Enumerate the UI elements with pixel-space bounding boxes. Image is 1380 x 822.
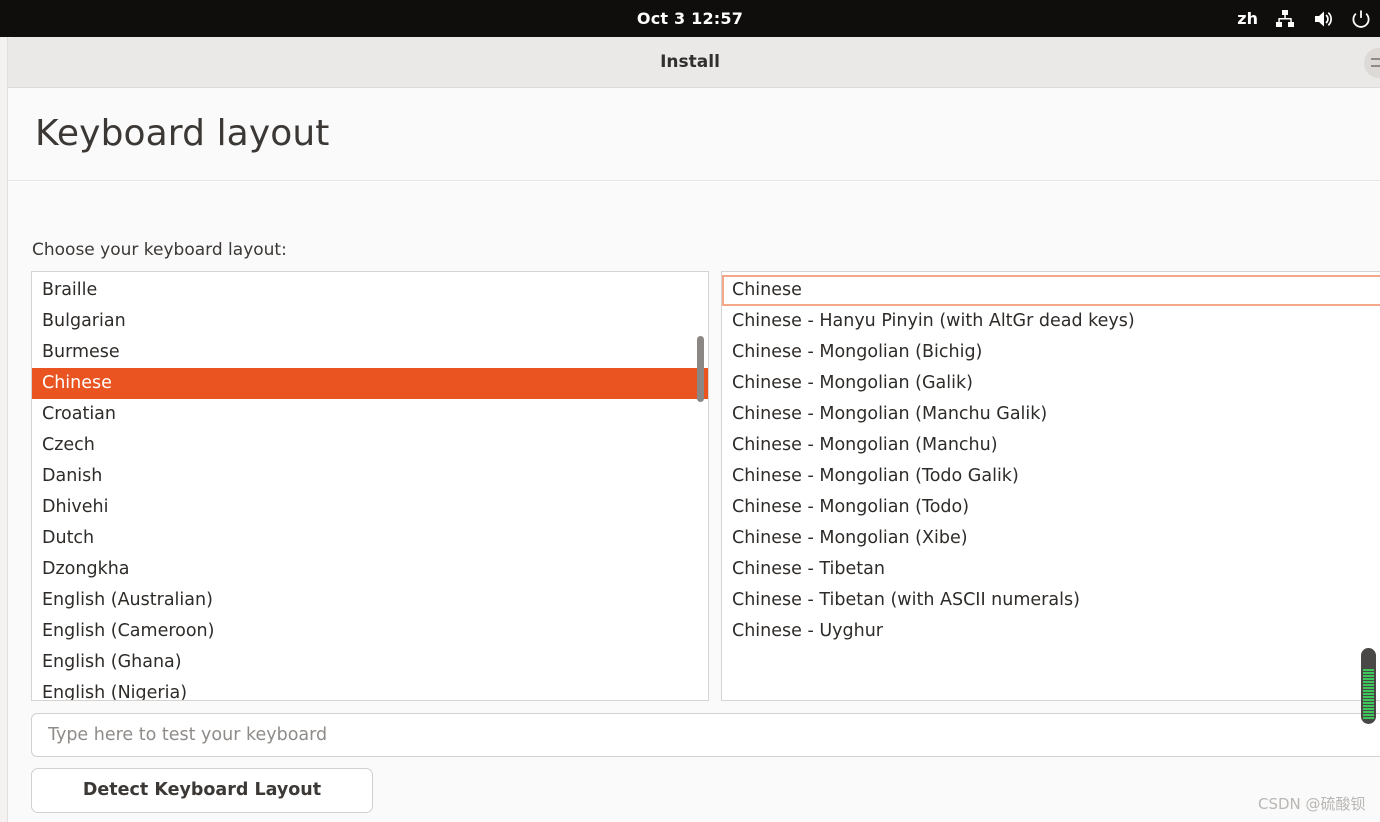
keyboard-test-input-placeholder: Type here to test your keyboard [48, 725, 328, 745]
keyboard-layout-row[interactable]: English (Ghana) [32, 647, 708, 678]
edge-level-indicator[interactable] [1361, 648, 1376, 724]
scrollbar-thumb[interactable] [697, 336, 704, 402]
power-icon[interactable] [1350, 8, 1372, 30]
keyboard-variant-row[interactable]: Chinese - Mongolian (Todo Galik) [722, 461, 1380, 492]
keyboard-layout-row[interactable]: English (Cameroon) [32, 616, 708, 647]
edge-level-bar [1363, 684, 1374, 686]
keyboard-variant-row[interactable]: Chinese - Mongolian (Todo) [722, 492, 1380, 523]
keyboard-variant-list[interactable]: Chinese Chinese - Hanyu Pinyin (with AltG… [721, 271, 1380, 701]
keyboard-layout-row[interactable]: Bulgarian [32, 306, 708, 337]
edge-level-indicator-bars [1362, 668, 1375, 722]
edge-level-bar [1363, 678, 1374, 680]
window-left-edge-line [7, 37, 8, 822]
keyboard-variant-row[interactable]: Chinese - Mongolian (Manchu) [722, 430, 1380, 461]
edge-level-bar [1363, 675, 1374, 677]
clock[interactable]: Oct 3 12:57 [0, 0, 1380, 37]
edge-level-bar [1363, 669, 1374, 671]
edge-level-bar [1363, 687, 1374, 689]
keyboard-variant-row[interactable]: Chinese - Tibetan (with ASCII numerals) [722, 585, 1380, 616]
keyboard-layout-row[interactable]: Chinese [32, 368, 708, 399]
topbar-status-area: zh [1237, 0, 1376, 37]
keyboard-test-input[interactable]: Type here to test your keyboard [31, 713, 1380, 757]
keyboard-variant-row[interactable]: Chinese - Tibetan [722, 554, 1380, 585]
window-titlebar: Install [0, 37, 1380, 88]
network-wired-icon[interactable] [1274, 8, 1296, 30]
choose-layout-label: Choose your keyboard layout: [32, 240, 287, 260]
edge-level-bar [1363, 696, 1374, 698]
keyboard-variant-list-items: Chinese Chinese - Hanyu Pinyin (with AltG… [722, 272, 1380, 647]
page-title: Keyboard layout [35, 113, 330, 154]
keyboard-layout-row[interactable]: Braille [32, 275, 708, 306]
keyboard-layout-list-items: Braille Bulgarian Burmese Chinese Croatian Cz… [32, 272, 708, 700]
keyboard-layout-list-scrollbar[interactable] [697, 274, 704, 700]
close-icon-stroke-1 [1371, 58, 1380, 60]
keyboard-variant-row[interactable]: Chinese - Uyghur [722, 616, 1380, 647]
installer-window: Install Keyboard layout Choose your keyb… [0, 37, 1380, 822]
edge-level-bar [1363, 708, 1374, 710]
keyboard-layout-row[interactable]: Croatian [32, 399, 708, 430]
keyboard-layout-row[interactable]: Dzongkha [32, 554, 708, 585]
keyboard-variant-row[interactable]: Chinese - Mongolian (Xibe) [722, 523, 1380, 554]
keyboard-variant-row[interactable]: Chinese - Mongolian (Manchu Galik) [722, 399, 1380, 430]
keyboard-variant-row[interactable]: Chinese - Mongolian (Bichig) [722, 337, 1380, 368]
edge-level-bar [1363, 699, 1374, 701]
close-icon-stroke-2 [1371, 65, 1380, 67]
keyboard-layout-row[interactable]: Dutch [32, 523, 708, 554]
edge-level-bar [1363, 672, 1374, 674]
keyboard-layout-row[interactable]: English (Nigeria) [32, 678, 708, 700]
edge-level-bar [1363, 711, 1374, 713]
volume-icon[interactable] [1312, 8, 1334, 30]
input-language-indicator[interactable]: zh [1237, 9, 1258, 28]
edge-level-bar [1363, 705, 1374, 707]
edge-level-bar [1363, 690, 1374, 692]
edge-level-bar [1363, 717, 1374, 719]
edge-level-bar [1363, 714, 1374, 716]
edge-level-bar [1363, 693, 1374, 695]
detect-keyboard-layout-button[interactable]: Detect Keyboard Layout [31, 768, 373, 813]
keyboard-variant-row[interactable]: Chinese - Mongolian (Galik) [722, 368, 1380, 399]
keyboard-variant-row[interactable]: Chinese [722, 275, 1380, 306]
keyboard-layout-list[interactable]: Braille Bulgarian Burmese Chinese Croatian Cz… [31, 271, 709, 701]
keyboard-layout-row[interactable]: English (Australian) [32, 585, 708, 616]
keyboard-layout-row[interactable]: Dhivehi [32, 492, 708, 523]
installer-screen: Oct 3 12:57 zh Install Keyboard layout C… [0, 0, 1380, 822]
system-topbar: Oct 3 12:57 zh [0, 0, 1380, 37]
page-header: Keyboard layout [8, 88, 1380, 181]
keyboard-layout-row[interactable]: Burmese [32, 337, 708, 368]
keyboard-variant-row[interactable]: Chinese - Hanyu Pinyin (with AltGr dead … [722, 306, 1380, 337]
window-title: Install [660, 52, 720, 72]
keyboard-layout-row[interactable]: Czech [32, 430, 708, 461]
keyboard-layout-row[interactable]: Danish [32, 461, 708, 492]
edge-level-bar [1363, 702, 1374, 704]
page-body: Choose your keyboard layout: Braille Bulg… [8, 182, 1380, 822]
edge-level-bar [1363, 681, 1374, 683]
